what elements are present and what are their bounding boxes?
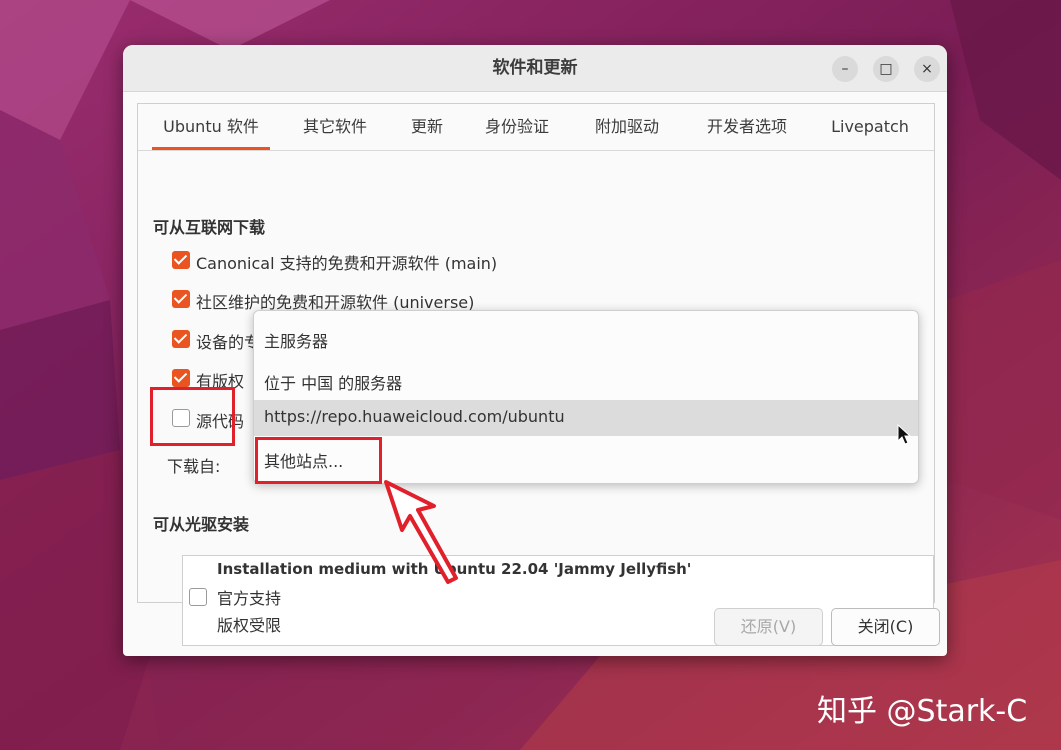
- maximize-button[interactable]: □: [873, 56, 899, 82]
- medium-copyright-restricted: 版权受限: [217, 616, 282, 635]
- tab-livepatch[interactable]: Livepatch: [822, 104, 918, 150]
- tab-other-software[interactable]: 其它软件: [290, 104, 380, 150]
- menu-item-huaweicloud[interactable]: https://repo.huaweicloud.com/ubuntu: [264, 407, 565, 426]
- installation-medium-checkbox[interactable]: [189, 588, 207, 606]
- tab-ubuntu-software[interactable]: Ubuntu 软件: [152, 104, 270, 150]
- main-checkbox[interactable]: [172, 251, 190, 269]
- medium-official-support: 官方支持: [217, 589, 282, 608]
- menu-item-china-server[interactable]: 位于 中国 的服务器: [264, 370, 402, 394]
- mouse-cursor-icon: [897, 424, 912, 445]
- close-window-button[interactable]: ×: [914, 56, 940, 82]
- cdrom-section-heading: 可从光驱安装: [153, 515, 250, 534]
- annotation-box-download-from: [150, 387, 235, 446]
- close-button[interactable]: 关闭(C): [831, 608, 940, 646]
- tab-bar: Ubuntu 软件 其它软件 更新 身份验证 附加驱动 开发者选项 Livepa…: [138, 104, 934, 151]
- revert-button[interactable]: 还原(V): [714, 608, 823, 646]
- restricted-checkbox[interactable]: [172, 330, 190, 348]
- annotation-arrow-icon: [384, 480, 458, 584]
- watermark-text: 知乎 @Stark-C: [817, 694, 1028, 729]
- main-label: Canonical 支持的免费和开源软件 (main): [196, 254, 498, 273]
- multiverse-checkbox[interactable]: [172, 369, 190, 387]
- annotation-box-other-sites: [255, 437, 382, 484]
- tab-additional-drivers[interactable]: 附加驱动: [582, 104, 672, 150]
- universe-checkbox[interactable]: [172, 290, 190, 308]
- title-bar[interactable]: 软件和更新 – □ ×: [123, 45, 947, 92]
- tab-updates[interactable]: 更新: [400, 104, 454, 150]
- minimize-button[interactable]: –: [832, 56, 858, 82]
- menu-item-main-server[interactable]: 主服务器: [264, 328, 328, 352]
- tab-authentication[interactable]: 身份验证: [472, 104, 562, 150]
- tab-developer-options[interactable]: 开发者选项: [692, 104, 802, 150]
- internet-section-heading: 可从互联网下载: [153, 218, 266, 237]
- window-title: 软件和更新: [492, 58, 578, 78]
- download-from-label: 下载自:: [167, 457, 221, 476]
